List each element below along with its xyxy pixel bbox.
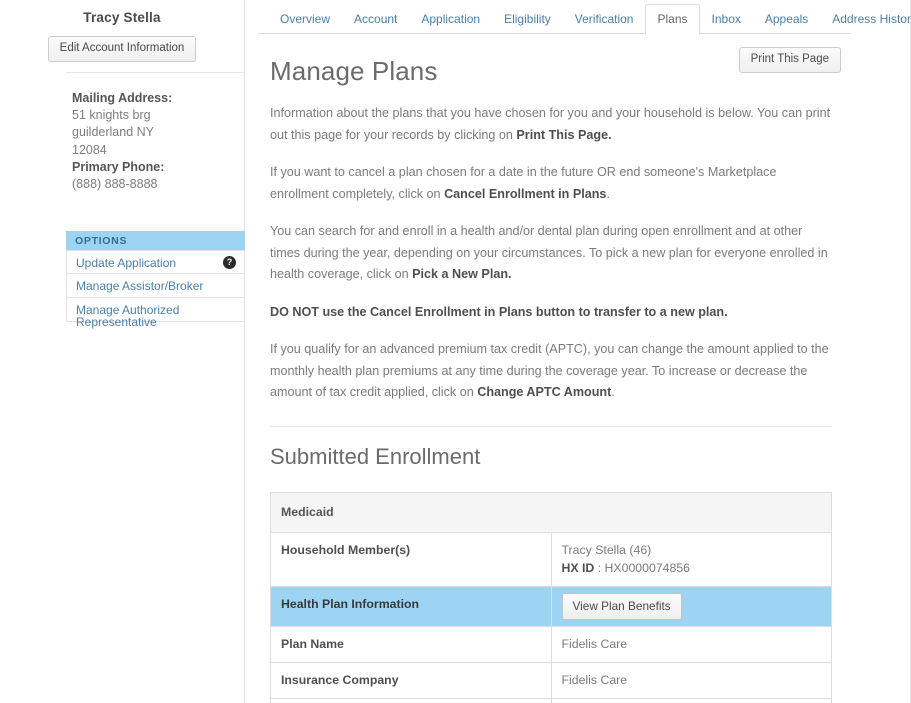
emphasis-text: DO NOT use the Cancel Enrollment in Plan… bbox=[270, 304, 728, 319]
table-header-label: Medicaid bbox=[270, 492, 832, 532]
sidebar-option-2[interactable]: Manage Authorized Representative bbox=[66, 298, 245, 328]
sidebar-option-label: Manage Assistor/Broker bbox=[76, 279, 204, 293]
table-row: Insurance Company Fidelis Care bbox=[270, 661, 832, 698]
sidebar-option-0[interactable]: Update Application? bbox=[66, 250, 245, 274]
body-text: Fidelis Care bbox=[561, 672, 628, 687]
edit-account-button-wrap: Edit Account Information bbox=[0, 36, 244, 62]
table-row-label: Household Member(s) bbox=[270, 531, 552, 586]
emphasis-text: Print This Page. bbox=[516, 127, 612, 142]
mailing-address-label: Mailing Address: bbox=[72, 91, 173, 105]
table-row-label: Plan Name bbox=[270, 625, 552, 662]
tab-verification[interactable]: Verification bbox=[563, 4, 646, 34]
section-divider bbox=[270, 425, 832, 427]
body-text: Fidelis Care bbox=[561, 636, 628, 651]
options-header: OPTIONS bbox=[66, 231, 245, 250]
sidebar-divider bbox=[66, 72, 245, 73]
enrollment-table: Medicaid Household Member(s) Tracy Stella … bbox=[270, 491, 832, 703]
sidebar-options-box: OPTIONS Update Application? Manage Assist… bbox=[66, 231, 245, 328]
tab-eligibility[interactable]: Eligibility bbox=[492, 4, 563, 34]
body-text: Tracy Stella (46) bbox=[561, 542, 652, 557]
body-text: : HX0000074856 bbox=[594, 560, 691, 575]
paragraph-2: You can search for and enroll in a healt… bbox=[270, 221, 835, 286]
intro-paragraphs: Information about the plans that you hav… bbox=[258, 103, 850, 404]
paragraph-4: If you qualify for an advanced premium t… bbox=[270, 339, 835, 404]
submitted-enrollment-title: Submitted Enrollment bbox=[270, 443, 481, 469]
sidebar-option-label: Update Application bbox=[76, 256, 177, 270]
primary-phone-value: (888) 888-8888 bbox=[72, 177, 158, 192]
tab-appeals[interactable]: Appeals bbox=[753, 4, 820, 34]
sidebar: Tracy Stella Edit Account Information Ma… bbox=[0, 0, 245, 703]
table-row-value: Fidelis Care bbox=[551, 625, 832, 662]
table-row-label: Health Plan Information bbox=[270, 585, 552, 626]
body-text: . bbox=[611, 385, 615, 399]
tab-inbox[interactable]: Inbox bbox=[700, 4, 753, 34]
table-row: Household Member(s) Tracy Stella (46) HX I… bbox=[270, 531, 832, 586]
paragraph-3: DO NOT use the Cancel Enrollment in Plan… bbox=[270, 302, 835, 324]
table-row-label: Insurance Company bbox=[270, 661, 552, 698]
sidebar-contact-info: Mailing Address: 51 knights brg guilderl… bbox=[72, 90, 242, 193]
table-header-row: Medicaid bbox=[270, 492, 832, 532]
tab-bar: Overview Account Application Eligibility Ver… bbox=[258, 3, 911, 35]
print-this-page-button[interactable]: Print This Page bbox=[738, 47, 841, 73]
body-text: . bbox=[606, 186, 610, 201]
emphasis-text: HX ID bbox=[561, 560, 595, 575]
address-line-3: 12084 bbox=[72, 142, 107, 157]
tab-address-history[interactable]: Address History bbox=[820, 4, 911, 34]
page-root: Tracy Stella Edit Account Information Ma… bbox=[0, 0, 911, 703]
table-row: Plan TypeMedical with Dental bbox=[270, 697, 832, 703]
emphasis-text: Change APTC Amount bbox=[477, 385, 612, 399]
table-row-value: Fidelis Care bbox=[551, 661, 832, 698]
tab-account[interactable]: Account bbox=[342, 4, 409, 34]
sidebar-option-label: Manage Authorized Representative bbox=[76, 303, 180, 329]
sidebar-option-1[interactable]: Manage Assistor/Broker bbox=[66, 274, 245, 298]
address-line-1: 51 knights brg bbox=[72, 108, 151, 123]
edit-account-information-button[interactable]: Edit Account Information bbox=[47, 36, 197, 62]
paragraph-0: Information about the plans that you hav… bbox=[270, 103, 835, 146]
table-row: Plan Name Fidelis Care bbox=[270, 625, 832, 662]
paragraph-1: If you want to cancel a plan chosen for … bbox=[270, 162, 835, 205]
options-list: Update Application? Manage Assistor/Broke… bbox=[66, 250, 245, 328]
tab-application[interactable]: Application bbox=[409, 4, 492, 34]
tab-plans[interactable]: Plans bbox=[645, 4, 700, 35]
main-content: Overview Account Application Eligibility Ver… bbox=[246, 0, 911, 703]
table-row-value: Tracy Stella (46) HX ID : HX0000074856 bbox=[551, 531, 832, 586]
body-text: You can search for and enroll in a healt… bbox=[270, 224, 828, 281]
help-icon[interactable]: ? bbox=[223, 256, 236, 269]
view-plan-benefits-button[interactable]: View Plan Benefits bbox=[561, 592, 682, 620]
table-row: Health Plan Information View Plan Benefit… bbox=[270, 585, 832, 626]
table-row-label: Plan Type bbox=[270, 697, 552, 703]
table-row-value: View Plan Benefits bbox=[551, 585, 832, 626]
tab-overview[interactable]: Overview bbox=[268, 4, 342, 34]
address-line-2: guilderland NY bbox=[72, 125, 154, 140]
primary-phone-label: Primary Phone: bbox=[72, 159, 165, 174]
emphasis-text: Pick a New Plan. bbox=[412, 267, 512, 281]
emphasis-text: Cancel Enrollment in Plans bbox=[444, 186, 607, 201]
table-row-value: Medical with Dental bbox=[551, 697, 832, 703]
sidebar-user-name: Tracy Stella bbox=[83, 10, 161, 25]
